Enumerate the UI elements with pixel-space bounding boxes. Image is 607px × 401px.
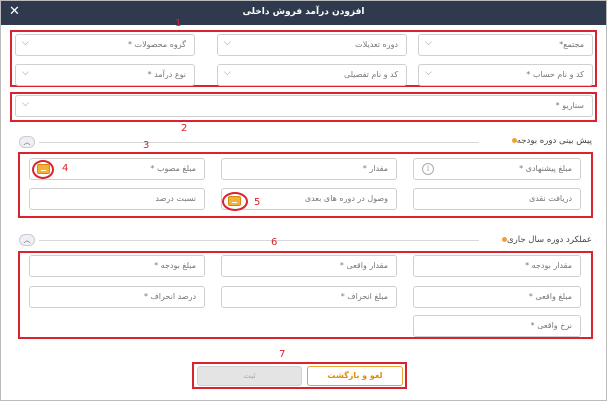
budget-forecast-title-text: پیش بینی دوره بودجه bbox=[516, 136, 592, 146]
budget-amount-label: مبلغ بودجه * bbox=[154, 261, 196, 270]
cancel-and-return-button[interactable]: لغو و بازگشت bbox=[307, 366, 403, 386]
approved-amount-field[interactable]: مبلغ مصوب * bbox=[29, 158, 205, 180]
annotation-label-1: 1 bbox=[175, 18, 182, 29]
chevron-down-icon: ⌵ bbox=[425, 68, 432, 78]
document-icon[interactable] bbox=[228, 196, 241, 206]
complex-select[interactable]: مجتمع* ⌵ bbox=[418, 34, 593, 56]
proposed-amount-label: مبلغ پیشنهادی * bbox=[519, 164, 572, 173]
future-receipt-label: وصول در دوره های بعدی bbox=[304, 194, 388, 203]
complex-label: مجتمع* bbox=[559, 40, 584, 49]
actual-quantity-field[interactable]: مقدار واقعی * bbox=[221, 255, 397, 277]
chevron-down-icon: ⌵ bbox=[22, 38, 29, 48]
percent-ratio-field[interactable]: نسبت درصد bbox=[29, 188, 205, 210]
section-divider bbox=[39, 142, 479, 143]
product-group-select[interactable]: گروه محصولات * ⌵ bbox=[15, 34, 195, 56]
deviation-amount-field[interactable]: مبلغ انحراف * bbox=[221, 286, 397, 308]
close-icon[interactable]: ✕ bbox=[9, 4, 20, 20]
chevron-down-icon: ⌵ bbox=[22, 99, 29, 109]
budget-forecast-section-title: پیش بینی دوره بودجه bbox=[508, 136, 592, 146]
cash-receipt-field[interactable]: دریافت نقدی bbox=[413, 188, 581, 210]
account-code-label: کد و نام حساب * bbox=[526, 70, 584, 79]
income-type-label: نوع درآمد * bbox=[147, 70, 186, 79]
deviation-percent-field[interactable]: درصد انحراف * bbox=[29, 286, 205, 308]
budget-quantity-label: مقدار بودجه * bbox=[525, 261, 572, 270]
quantity-label: مقدار * bbox=[362, 164, 388, 173]
product-group-label: گروه محصولات * bbox=[128, 40, 186, 49]
proposed-amount-field[interactable]: مبلغ پیشنهادی * i bbox=[413, 158, 581, 180]
annotation-label-2: 2 bbox=[181, 123, 188, 134]
budget-amount-field[interactable]: مبلغ بودجه * bbox=[29, 255, 205, 277]
deviation-amount-label: مبلغ انحراف * bbox=[340, 292, 388, 301]
annotation-label-6: 6 bbox=[271, 237, 278, 248]
document-icon[interactable] bbox=[37, 164, 50, 174]
scenario-select[interactable]: سناریو * ⌵ bbox=[15, 95, 593, 117]
approved-amount-label: مبلغ مصوب * bbox=[150, 164, 196, 173]
percent-ratio-label: نسبت درصد bbox=[155, 194, 196, 203]
detail-code-label: کد و نام تفصیلی bbox=[343, 70, 398, 79]
actual-rate-label: نرخ واقعی * bbox=[530, 321, 572, 330]
annotation-label-7: 7 bbox=[279, 349, 286, 360]
chevron-down-icon: ⌵ bbox=[224, 68, 231, 78]
quantity-field[interactable]: مقدار * bbox=[221, 158, 397, 180]
deviation-percent-label: درصد انحراف * bbox=[143, 292, 196, 301]
info-icon: i bbox=[422, 163, 434, 175]
budget-quantity-field[interactable]: مقدار بودجه * bbox=[413, 255, 581, 277]
annotation-label-5: 5 bbox=[254, 197, 261, 208]
income-type-select[interactable]: نوع درآمد * ⌵ bbox=[15, 64, 195, 86]
chevron-down-icon: ⌵ bbox=[425, 38, 432, 48]
actual-rate-field[interactable]: نرخ واقعی * bbox=[413, 315, 581, 337]
detail-code-select[interactable]: کد و نام تفصیلی ⌵ bbox=[217, 64, 407, 86]
adjustment-period-label: دوره تعدیلات bbox=[355, 40, 398, 49]
chevron-down-icon: ⌵ bbox=[224, 38, 231, 48]
chevron-up-icon[interactable]: ︿ bbox=[19, 136, 35, 148]
actual-amount-field[interactable]: مبلغ واقعی * bbox=[413, 286, 581, 308]
actual-amount-label: مبلغ واقعی * bbox=[528, 292, 572, 301]
actual-quantity-label: مقدار واقعی * bbox=[339, 261, 388, 270]
dialog-titlebar: افزودن درآمد فروش داخلی ✕ bbox=[1, 1, 606, 25]
scenario-label: سناریو * bbox=[555, 101, 584, 110]
dialog-title: افزودن درآمد فروش داخلی bbox=[242, 7, 365, 17]
annotation-label-4: 4 bbox=[62, 163, 69, 174]
adjustment-period-select[interactable]: دوره تعدیلات ⌵ bbox=[217, 34, 407, 56]
add-domestic-sales-income-dialog: افزودن درآمد فروش داخلی ✕ 1 مجتمع* ⌵ دور… bbox=[0, 0, 607, 401]
cash-receipt-label: دریافت نقدی bbox=[528, 194, 572, 203]
chevron-up-icon[interactable]: ︿ bbox=[19, 234, 35, 246]
chevron-down-icon: ⌵ bbox=[22, 68, 29, 78]
annotation-label-3: 3 bbox=[143, 140, 150, 151]
account-code-select[interactable]: کد و نام حساب * ⌵ bbox=[418, 64, 593, 86]
section-divider bbox=[39, 240, 479, 241]
save-button[interactable]: ثبت bbox=[197, 366, 302, 386]
current-year-section-title: عملکرد دوره سال جاری bbox=[498, 235, 592, 245]
current-year-title-text: عملکرد دوره سال جاری bbox=[506, 235, 592, 245]
